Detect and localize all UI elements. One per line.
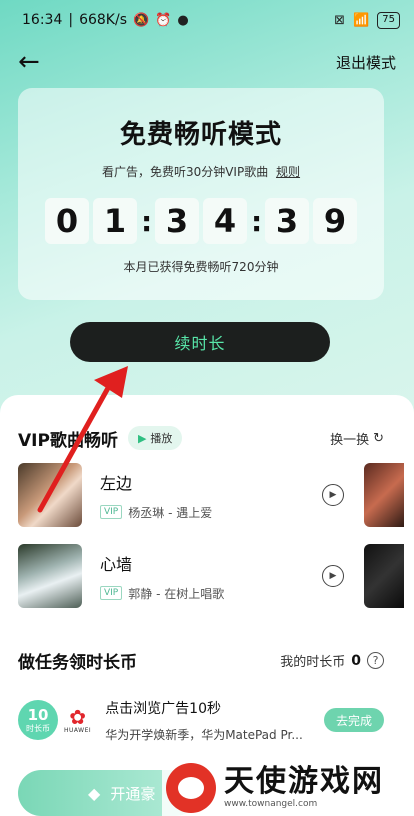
timer-digit: 1 bbox=[93, 198, 137, 244]
timer-separator: : bbox=[141, 204, 153, 238]
help-icon[interactable]: ? bbox=[367, 652, 384, 669]
rules-link[interactable]: 规则 bbox=[276, 165, 300, 179]
timer-digit: 0 bbox=[45, 198, 89, 244]
timer-digit: 3 bbox=[265, 198, 309, 244]
vip-songs-title: VIP歌曲畅听 bbox=[18, 430, 118, 451]
task-item: 10 时长币 ✿ HUAWEI 点击浏览广告10秒 华为开学焕新季，华为Mate… bbox=[18, 692, 384, 748]
monthly-free-minutes: 本月已获得免费畅听720分钟 bbox=[123, 260, 279, 274]
song-artist-album: 郭静 - 在树上唱歌 bbox=[128, 586, 225, 601]
refresh-icon: ↻ bbox=[373, 430, 384, 446]
task-title: 点击浏览广告10秒 bbox=[105, 700, 222, 717]
next-album-cover[interactable] bbox=[364, 544, 404, 608]
card-subtitle-text: 看广告，免费听30分钟VIP歌曲 bbox=[101, 165, 269, 179]
back-arrow-icon[interactable]: ← bbox=[18, 49, 40, 75]
tasks-header: 做任务领时长币 我的时长币 0 ? bbox=[18, 648, 384, 673]
tasks-title: 做任务领时长币 bbox=[18, 653, 137, 673]
status-time: 16:34 bbox=[22, 12, 63, 28]
watermark-title: 天使游戏网 bbox=[224, 764, 384, 799]
song-name: 心墙 bbox=[100, 554, 133, 574]
countdown-timer: 0 1 : 3 4 : 3 9 bbox=[45, 198, 357, 244]
album-cover bbox=[18, 544, 82, 608]
status-bar: 16:34 | 668K/s 🔕 ⏰ ● ⊠ 📶 75 bbox=[0, 0, 414, 40]
extend-time-button[interactable]: 续时长 bbox=[70, 322, 330, 362]
huawei-logo-icon: ✿ HUAWEI bbox=[64, 704, 92, 734]
play-all-button[interactable]: ▶ 播放 bbox=[127, 426, 183, 450]
timer-digit: 9 bbox=[313, 198, 357, 244]
vip-badge: VIP bbox=[100, 586, 123, 600]
site-watermark: 天使游戏网 www.townangel.com bbox=[162, 760, 414, 816]
my-coins: 我的时长币 0 ? bbox=[280, 651, 384, 670]
coin-reward-badge: 10 时长币 bbox=[18, 700, 58, 740]
watermark-url: www.townangel.com bbox=[224, 799, 318, 809]
battery-icon: 75 bbox=[377, 11, 400, 29]
play-song-icon[interactable]: ▶ bbox=[322, 484, 344, 506]
refresh-button[interactable]: 换一换 ↻ bbox=[330, 429, 384, 448]
vip-songs-header: VIP歌曲畅听 ▶ 播放 换一换 ↻ bbox=[18, 424, 384, 452]
notification-dot-icon: ● bbox=[177, 12, 189, 28]
open-vip-label: 开通豪 bbox=[110, 784, 156, 803]
song-artist-album: 杨丞琳 - 遇上爱 bbox=[128, 505, 213, 520]
play-icon: ▶ bbox=[137, 431, 147, 445]
play-all-label: 播放 bbox=[150, 432, 173, 445]
alarm-icon: ⏰ bbox=[155, 12, 172, 28]
sim-off-icon: ⊠ bbox=[334, 12, 346, 28]
list-item[interactable]: 心墙 VIP 郭静 - 在树上唱歌 bbox=[18, 544, 414, 608]
complete-task-button[interactable]: 去完成 bbox=[323, 708, 384, 732]
wifi-icon: 📶 bbox=[353, 12, 370, 28]
play-song-icon[interactable]: ▶ bbox=[322, 565, 344, 587]
list-item[interactable]: 左边 VIP 杨丞琳 - 遇上爱 bbox=[18, 463, 414, 527]
card-subtitle: 看广告，免费听30分钟VIP歌曲 规则 bbox=[102, 163, 300, 180]
vip-badge: VIP bbox=[100, 505, 123, 519]
timer-digit: 4 bbox=[203, 198, 247, 244]
free-listen-card: 免费畅听模式 看广告，免费听30分钟VIP歌曲 规则 0 1 : 3 4 : 3… bbox=[18, 88, 384, 300]
nav-bar: ← 退出模式 bbox=[0, 40, 414, 84]
timer-separator: : bbox=[251, 204, 263, 238]
watermark-logo-icon bbox=[166, 763, 216, 813]
album-cover bbox=[18, 463, 82, 527]
status-speed: 668K/s bbox=[79, 12, 127, 28]
refresh-label: 换一换 bbox=[330, 432, 370, 448]
coins-value: 0 bbox=[351, 652, 361, 669]
timer-digit: 3 bbox=[155, 198, 199, 244]
coins-label: 我的时长币 bbox=[280, 655, 346, 670]
diamond-icon: ◆ bbox=[88, 783, 101, 803]
mute-icon: 🔕 bbox=[133, 12, 150, 28]
next-album-cover[interactable] bbox=[364, 463, 404, 527]
task-description: 华为开学焕新季，华为MatePad Pr... bbox=[105, 727, 303, 742]
song-name: 左边 bbox=[100, 473, 133, 493]
exit-mode-button[interactable]: 退出模式 bbox=[336, 52, 396, 73]
card-title: 免费畅听模式 bbox=[119, 120, 282, 150]
